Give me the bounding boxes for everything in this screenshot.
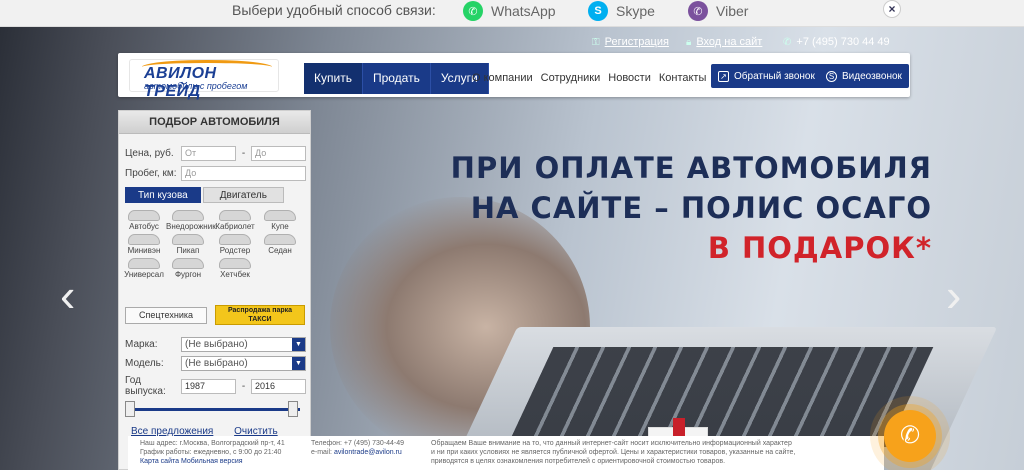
year-to-input[interactable]: 2016 xyxy=(251,378,306,394)
promo-line-1: ПРИ ОПЛАТЕ АВТОМОБИЛЯ xyxy=(450,151,932,185)
nav-buy[interactable]: Купить xyxy=(304,63,363,94)
tab-body-type[interactable]: Тип кузова xyxy=(125,187,201,203)
footer-links[interactable]: Карта сайта Мобильная версия xyxy=(140,458,243,465)
car-icon xyxy=(219,210,251,221)
chevron-down-icon: ▼ xyxy=(292,338,305,351)
body-type-item[interactable]: Хетчбек xyxy=(213,258,257,282)
body-type-item[interactable]: Минивэн xyxy=(122,234,166,258)
promo-line-2: НА САЙТЕ – ПОЛИС ОСАГО xyxy=(470,191,932,225)
phone-icon: ✆ xyxy=(783,36,792,48)
footer: Наш адрес: г.Москва, Волгоградский пр-т,… xyxy=(128,436,884,470)
promo-line-3: В ПОДАРОК* xyxy=(707,231,932,265)
skype-link[interactable]: S Skype xyxy=(588,0,655,22)
primary-nav: Купить Продать Услуги xyxy=(304,63,489,94)
car-search-panel: ПОДБОР АВТОМОБИЛЯ Цена, руб. От - До Про… xyxy=(118,110,311,470)
nav-staff[interactable]: Сотрудники xyxy=(537,63,605,94)
mileage-to-input[interactable]: До xyxy=(181,166,306,181)
slider-prev-icon[interactable]: ‹ xyxy=(60,268,75,322)
body-type-item[interactable]: Пикап xyxy=(166,234,210,258)
footer-contacts-block: Телефон: +7 (495) 730-44-49 e-mail: avil… xyxy=(311,440,405,456)
whatsapp-link[interactable]: ✆ WhatsApp xyxy=(463,0,556,22)
car-icon xyxy=(128,258,160,269)
year-row: Год выпуска: 1987 - 2016 xyxy=(125,375,306,397)
car-icon xyxy=(264,210,296,221)
login-link[interactable]: 🔒︎ Вход на сайт xyxy=(686,33,762,51)
body-type-item[interactable]: Фургон xyxy=(166,258,210,282)
price-row: Цена, руб. От - До xyxy=(125,146,306,161)
model-row: Модель: (Не выбрано) ▼ xyxy=(125,356,306,371)
video-call-button[interactable]: S Видеозвонок xyxy=(819,64,909,88)
nav-sell[interactable]: Продать xyxy=(363,63,431,94)
register-link[interactable]: ⚿ Регистрация xyxy=(592,33,669,51)
skype-icon: S xyxy=(588,1,608,21)
callback-button[interactable]: ↗ Обратный звонок xyxy=(711,64,822,88)
contact-prompt: Выбери удобный способ связи: xyxy=(232,2,436,18)
callback-icon: ↗ xyxy=(718,70,729,82)
chevron-down-icon: ▼ xyxy=(292,357,305,370)
price-from-input[interactable]: От xyxy=(181,146,236,161)
car-icon xyxy=(128,234,160,245)
car-icon xyxy=(172,210,204,221)
car-icon xyxy=(219,258,251,269)
close-icon[interactable]: × xyxy=(883,0,901,18)
car-icon xyxy=(264,234,296,245)
car-icon xyxy=(172,234,204,245)
year-range-slider[interactable] xyxy=(125,401,305,417)
special-vehicles-button[interactable]: Спецтехника xyxy=(125,307,207,324)
body-type-item[interactable]: Купе xyxy=(258,210,302,234)
body-type-item[interactable]: Родстер xyxy=(213,234,257,258)
car-icon xyxy=(128,210,160,221)
main-navbar: АВИЛОН ТРЕЙД автомобили с пробегом Купит… xyxy=(118,53,910,100)
footer-email-link[interactable]: avilontrade@avilon.ru xyxy=(334,449,402,456)
year-from-input[interactable]: 1987 xyxy=(181,378,236,394)
whatsapp-icon: ✆ xyxy=(463,1,483,21)
contact-bar: Выбери удобный способ связи: ✆ WhatsApp … xyxy=(0,0,1024,27)
panel-title: ПОДБОР АВТОМОБИЛЯ xyxy=(119,111,310,134)
header-phone[interactable]: ✆ +7 (495) 730 44 49 xyxy=(783,33,890,51)
lock-icon: 🔒︎ xyxy=(686,36,692,48)
slider-handle-min[interactable] xyxy=(125,401,135,417)
brand-row: Марка: (Не выбрано) ▼ xyxy=(125,337,306,352)
tab-engine[interactable]: Двигатель xyxy=(202,187,284,203)
model-select[interactable]: (Не выбрано) ▼ xyxy=(181,356,306,371)
logo[interactable]: АВИЛОН ТРЕЙД автомобили с пробегом xyxy=(129,59,279,100)
secondary-nav: О компании Сотрудники Новости Контакты xyxy=(468,63,710,94)
car-icon xyxy=(172,258,204,269)
taxi-sale-button[interactable]: Распродажа парка ТАКСИ xyxy=(215,305,305,325)
slider-track xyxy=(130,408,300,411)
car-icon xyxy=(219,234,251,245)
key-icon: ⚿ xyxy=(592,36,600,48)
body-type-item[interactable]: Универсал xyxy=(122,258,166,282)
body-type-item[interactable]: Внедорожник xyxy=(166,210,216,234)
footer-notice: Обращаем Ваше внимание на то, что данный… xyxy=(431,440,796,465)
hero-keyboard-image xyxy=(506,347,934,447)
viber-link[interactable]: ✆ Viber xyxy=(688,0,748,22)
callback-phone-icon[interactable]: ✆ xyxy=(884,410,936,462)
footer-address-block: Наш адрес: г.Москва, Волгоградский пр-т,… xyxy=(140,440,285,465)
slider-handle-max[interactable] xyxy=(288,401,298,417)
slider-next-icon[interactable]: › xyxy=(946,268,961,322)
filter-tabs: Тип кузова Двигатель xyxy=(125,187,286,203)
mileage-row: Пробег, км: До xyxy=(125,166,306,181)
nav-news[interactable]: Новости xyxy=(604,63,655,94)
nav-contacts[interactable]: Контакты xyxy=(655,63,711,94)
skype-icon: S xyxy=(826,70,837,82)
promo-text: ПРИ ОПЛАТЕ АВТОМОБИЛЯ НА САЙТЕ – ПОЛИС О… xyxy=(451,148,932,268)
price-to-input[interactable]: До xyxy=(251,146,306,161)
brand-select[interactable]: (Не выбрано) ▼ xyxy=(181,337,306,352)
body-type-item[interactable]: Автобус xyxy=(122,210,166,234)
body-type-item[interactable]: Седан xyxy=(258,234,302,258)
viber-icon: ✆ xyxy=(688,1,708,21)
nav-about[interactable]: О компании xyxy=(468,63,537,94)
body-type-item[interactable]: Кабриолет xyxy=(213,210,257,234)
